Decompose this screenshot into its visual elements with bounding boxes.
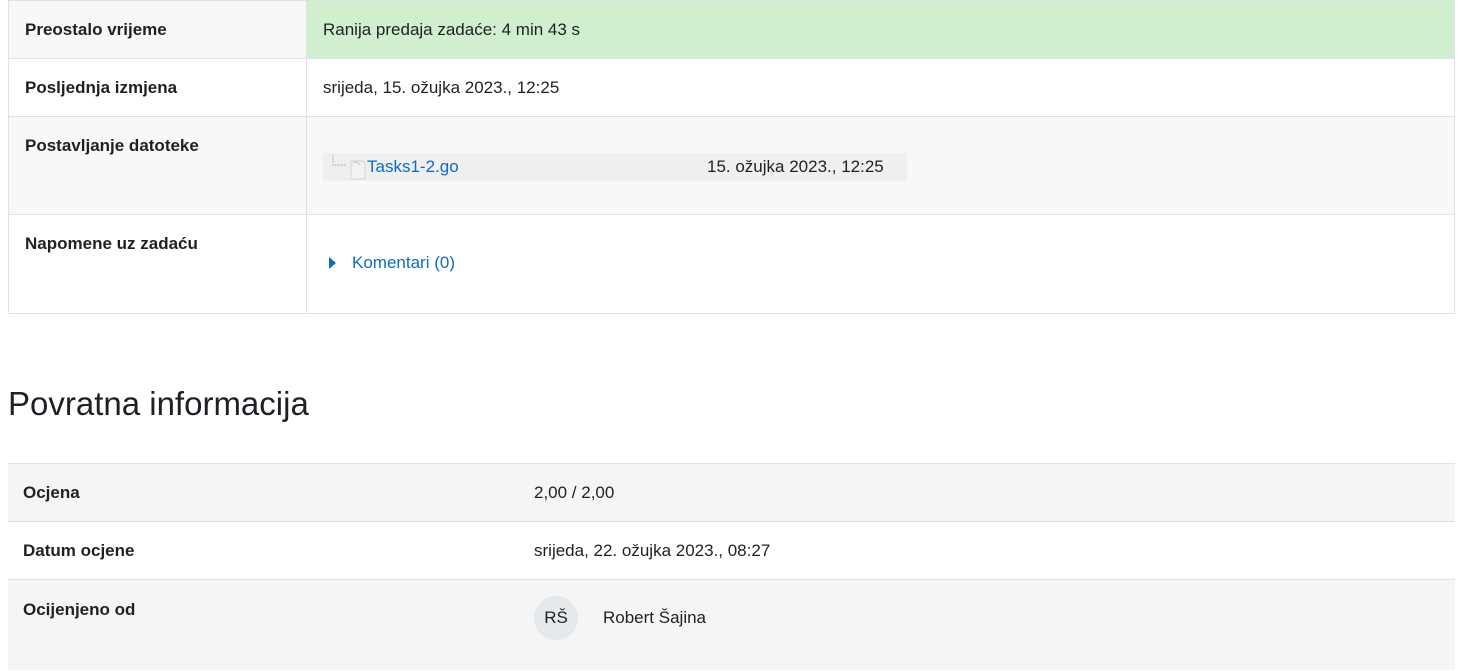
time-remaining-value: Ranija predaja zadaće: 4 min 43 s bbox=[306, 0, 1455, 59]
file-submissions-row: Postavljanje datoteke Tasks1-2.go 15. ož… bbox=[8, 116, 1455, 215]
last-modified-value: srijeda, 15. ožujka 2023., 12:25 bbox=[306, 58, 1455, 117]
submission-comments-cell: Komentari (0) bbox=[306, 214, 1455, 314]
grader: RŠ Robert Šajina bbox=[534, 596, 1455, 640]
graded-on-value: srijeda, 22. ožujka 2023., 08:27 bbox=[534, 521, 1455, 580]
row-label: Napomene uz zadaću bbox=[8, 214, 307, 314]
submission-comments-row: Napomene uz zadaću Komentari (0) bbox=[8, 214, 1455, 314]
comments-link[interactable]: Komentari (0) bbox=[352, 253, 455, 273]
file-link[interactable]: Tasks1-2.go bbox=[367, 157, 707, 177]
last-modified-row: Posljednja izmjena srijeda, 15. ožujka 2… bbox=[8, 58, 1455, 117]
graded-by-cell: RŠ Robert Šajina bbox=[534, 579, 1455, 670]
submission-status-table: Preostalo vrijeme Ranija predaja zadaće:… bbox=[8, 0, 1455, 314]
avatar: RŠ bbox=[534, 596, 578, 640]
feedback-table: Ocjena 2,00 / 2,00 Datum ocjene srijeda,… bbox=[8, 463, 1455, 670]
graded-on-row: Datum ocjene srijeda, 22. ožujka 2023., … bbox=[8, 521, 1455, 580]
grader-name: Robert Šajina bbox=[603, 608, 707, 627]
row-label: Posljednja izmjena bbox=[8, 58, 307, 117]
row-label: Postavljanje datoteke bbox=[8, 116, 307, 215]
grade-row: Ocjena 2,00 / 2,00 bbox=[8, 463, 1455, 522]
file-tree-item: Tasks1-2.go 15. ožujka 2023., 12:25 bbox=[323, 153, 907, 181]
row-label: Ocjena bbox=[8, 463, 534, 522]
row-label: Datum ocjene bbox=[8, 521, 534, 580]
time-remaining-row: Preostalo vrijeme Ranija predaja zadaće:… bbox=[8, 0, 1455, 59]
grade-value: 2,00 / 2,00 bbox=[534, 463, 1455, 522]
row-label: Preostalo vrijeme bbox=[8, 0, 307, 59]
feedback-heading: Povratna informacija bbox=[8, 385, 309, 422]
file-submissions-cell: Tasks1-2.go 15. ožujka 2023., 12:25 bbox=[306, 116, 1455, 215]
caret-right-icon bbox=[329, 257, 336, 269]
comments-toggle[interactable]: Komentari (0) bbox=[323, 253, 1454, 273]
row-label: Ocijenjeno od bbox=[8, 579, 534, 670]
file-date: 15. ožujka 2023., 12:25 bbox=[707, 157, 884, 176]
graded-by-row: Ocijenjeno od RŠ Robert Šajina bbox=[8, 579, 1455, 670]
file-icon bbox=[327, 153, 367, 181]
